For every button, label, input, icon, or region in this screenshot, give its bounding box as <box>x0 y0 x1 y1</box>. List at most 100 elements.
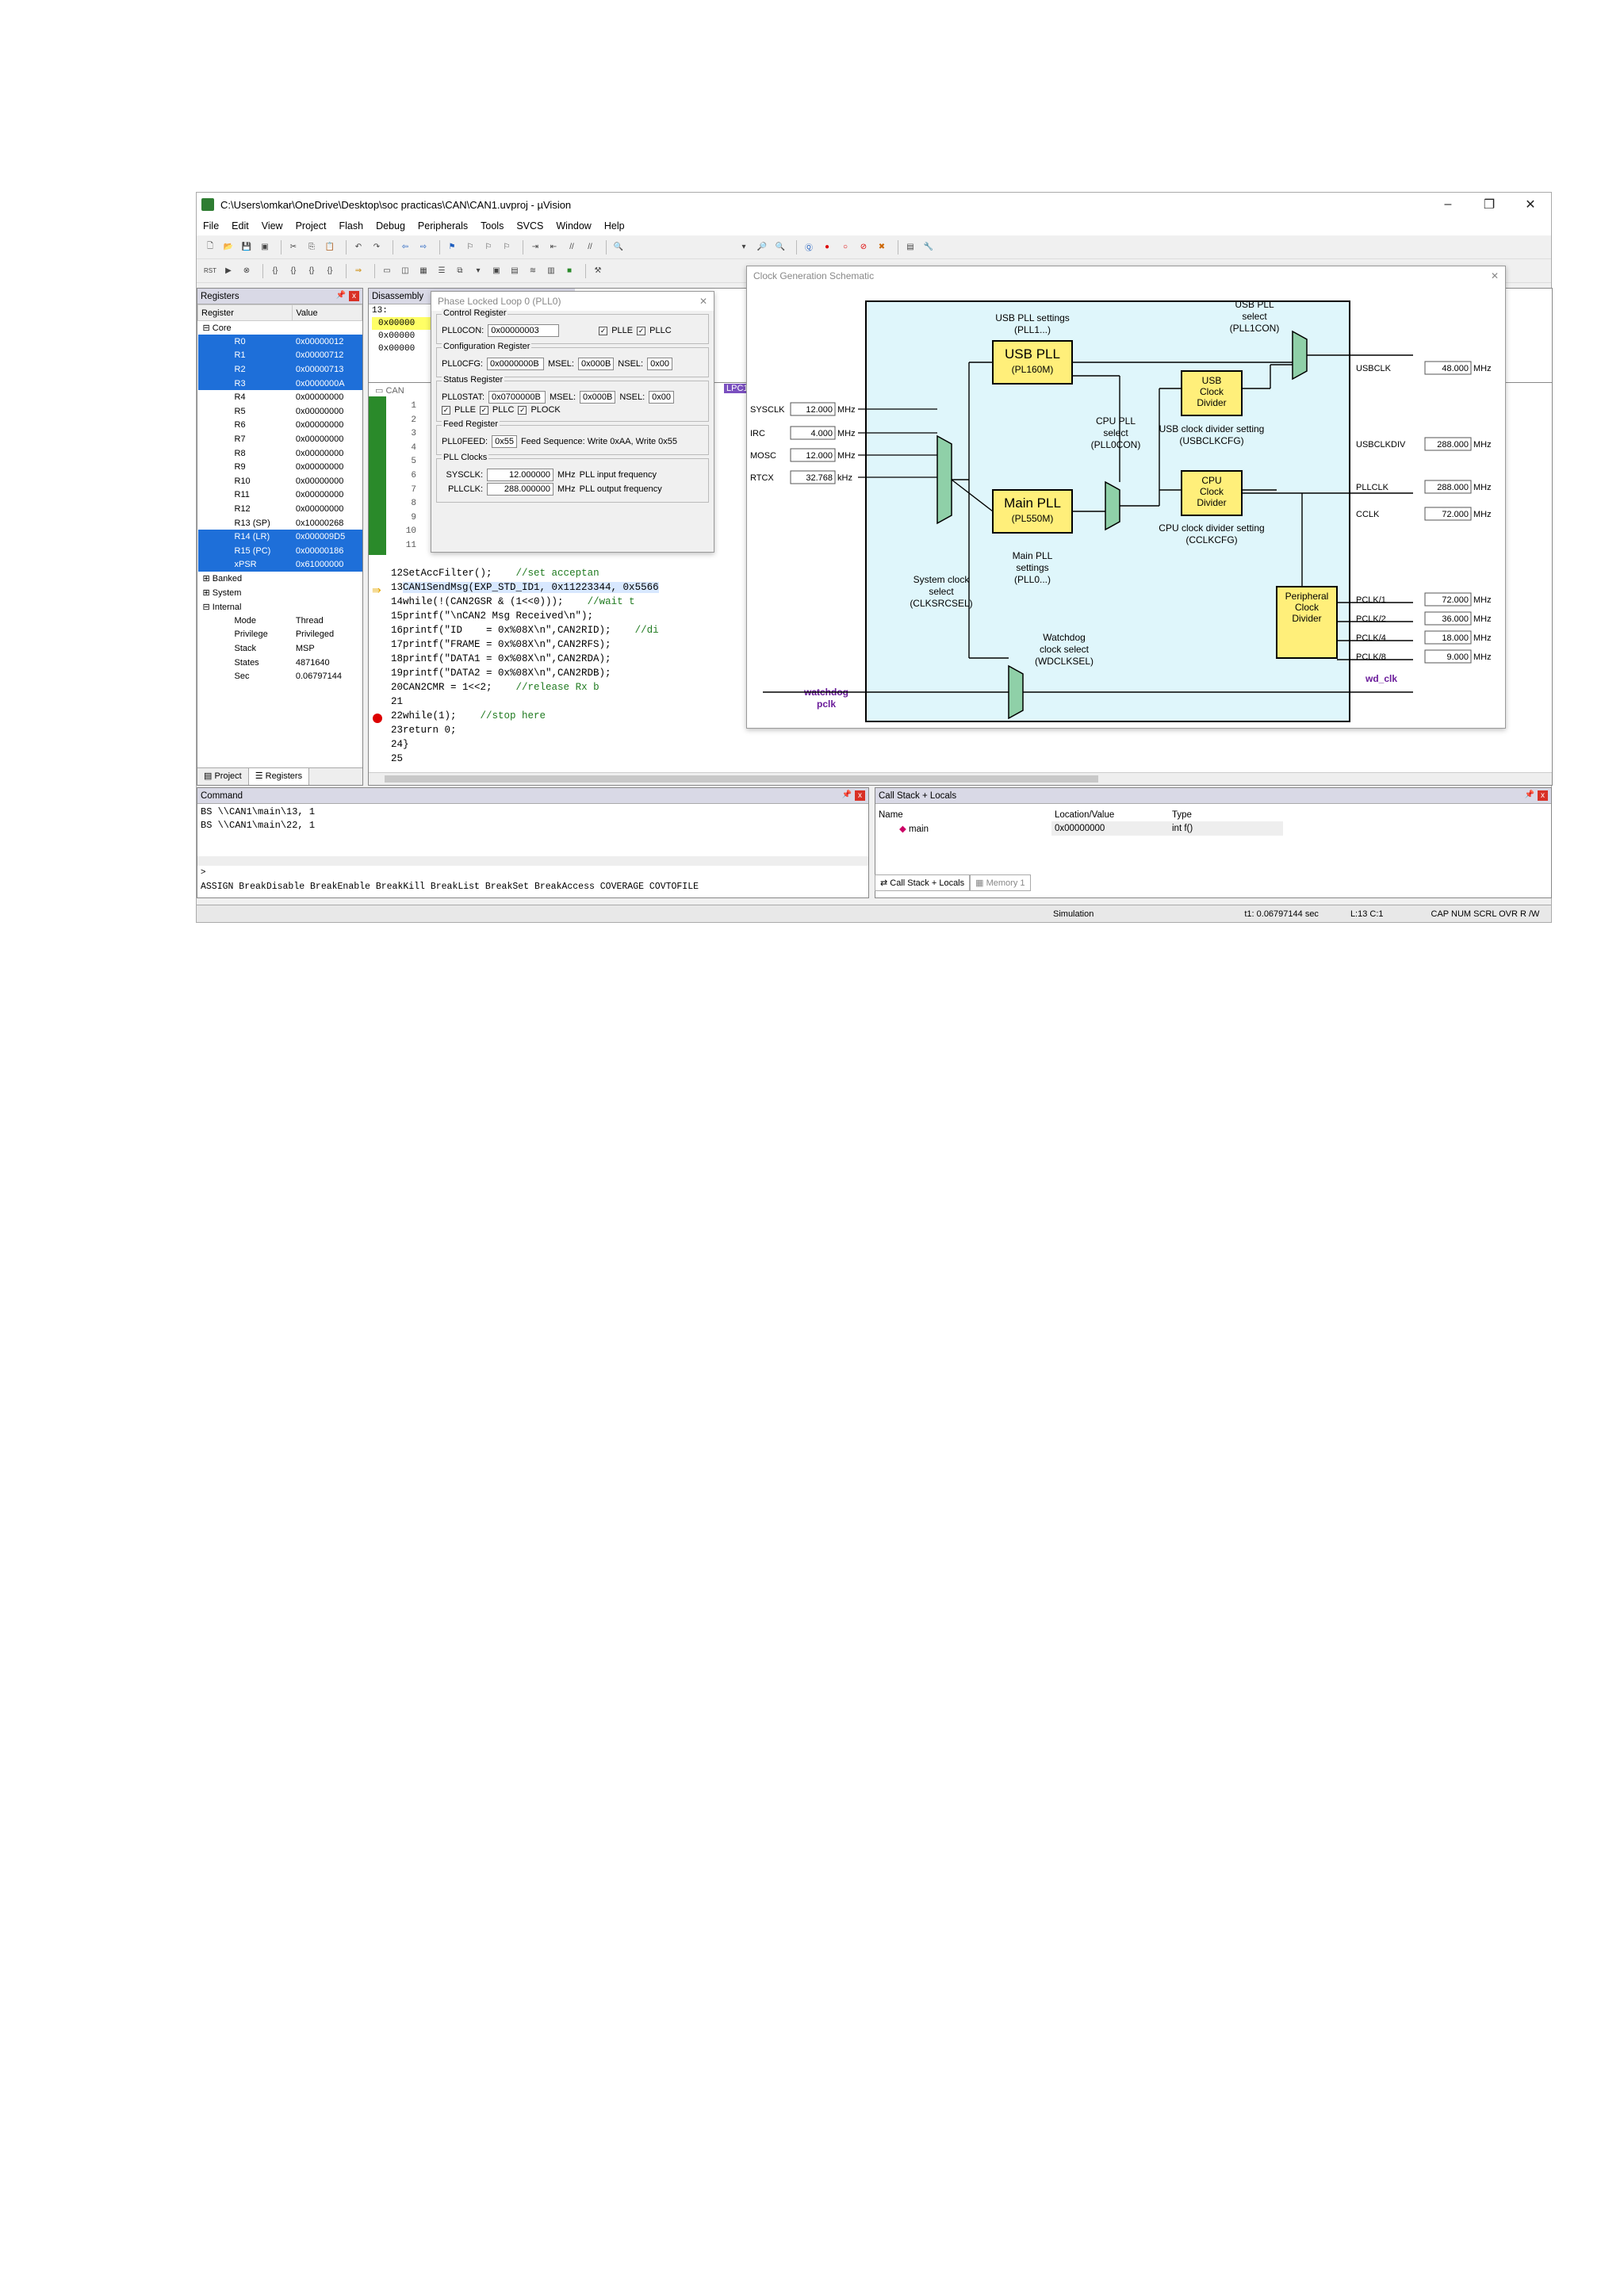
code-line[interactable]: 24} <box>391 737 659 752</box>
uncomment-icon[interactable]: // <box>583 240 597 254</box>
register-row[interactable]: R7 0x00000000 <box>198 432 362 446</box>
cut-icon[interactable]: ✂ <box>286 240 301 254</box>
disable-breakpoints-icon[interactable]: ⊘ <box>856 240 871 254</box>
pll0feed-field[interactable]: 0x55 <box>492 435 517 448</box>
copy-icon[interactable]: ⎘ <box>304 240 319 254</box>
code-line[interactable]: 15printf("\nCAN2 Msg Received\n"); <box>391 609 659 623</box>
register-value[interactable]: 0x00000712 <box>292 348 362 363</box>
pin-command-icon[interactable]: 📌 <box>842 790 852 801</box>
register-row[interactable]: R12 0x00000000 <box>198 502 362 516</box>
register-value[interactable]: 0x00000186 <box>292 544 362 558</box>
col-value[interactable]: Value <box>292 304 362 321</box>
find-in-files-icon[interactable]: 🔍 <box>611 240 626 254</box>
register-value[interactable]: MSP <box>293 641 362 656</box>
register-row[interactable]: Privilege Privileged <box>198 628 362 642</box>
close-schematic-icon[interactable]: ✕ <box>1491 270 1499 281</box>
register-value[interactable]: 0x00000000 <box>293 390 362 404</box>
call-stack-row[interactable]: ◆ main 0x00000000 int f() <box>875 821 1283 836</box>
register-value[interactable] <box>293 599 362 614</box>
pin-icon[interactable]: 📌 <box>336 291 346 301</box>
msel-field[interactable]: 0x000B <box>577 358 615 370</box>
breakpoint-icon[interactable] <box>373 714 382 723</box>
stop-icon[interactable]: ⊗ <box>239 264 254 278</box>
nsel-stat-field[interactable]: 0x00 <box>649 391 674 404</box>
undo-icon[interactable]: ↶ <box>351 240 366 254</box>
col-location[interactable]: Location/Value <box>1051 809 1169 821</box>
register-value[interactable]: 0x00000000 <box>293 419 362 433</box>
register-value[interactable]: 0x000009D5 <box>292 530 362 544</box>
sysclk-field[interactable]: 12.000000 <box>487 469 553 481</box>
debug-session-icon[interactable]: Ⓠ <box>802 240 816 254</box>
register-row[interactable]: R4 0x00000000 <box>198 390 362 404</box>
register-row[interactable]: R15 (PC) 0x00000186 <box>197 544 362 558</box>
register-row[interactable]: States 4871640 <box>198 656 362 670</box>
save-all-icon[interactable]: ▣ <box>258 240 272 254</box>
step-out-icon[interactable]: {} <box>304 264 319 278</box>
register-value[interactable]: 0x61000000 <box>292 557 362 572</box>
close-callstack-button[interactable]: x <box>1538 790 1548 801</box>
paste-icon[interactable]: 📋 <box>323 240 337 254</box>
register-row[interactable]: ⊞ Banked <box>198 572 362 586</box>
call-stack-icon[interactable]: ⧉ <box>453 264 467 278</box>
code-line[interactable]: 17printf("FRAME = 0x%08X\n",CAN2RFS); <box>391 637 659 652</box>
register-row[interactable]: R6 0x00000000 <box>198 419 362 433</box>
new-file-icon[interactable]: 🗋 <box>203 240 217 254</box>
watch-window-icon[interactable]: ▾ <box>471 264 485 278</box>
register-value[interactable]: 0x00000713 <box>292 362 362 377</box>
run-to-cursor-icon[interactable]: {} <box>323 264 337 278</box>
register-value[interactable] <box>293 586 362 600</box>
nav-forward-icon[interactable]: ⇨ <box>416 240 431 254</box>
register-row[interactable]: Mode Thread <box>198 614 362 628</box>
register-row[interactable]: Stack MSP <box>198 641 362 656</box>
window-layout-icon[interactable]: ▤ <box>903 240 917 254</box>
configure-icon[interactable]: 🔧 <box>921 240 936 254</box>
pll0cfg-field[interactable]: 0x0000000B <box>486 358 544 370</box>
close-command-button[interactable]: x <box>855 790 865 801</box>
register-value[interactable] <box>293 572 362 586</box>
disassembly-window-icon[interactable]: ◫ <box>398 264 412 278</box>
menu-peripherals[interactable]: Peripherals <box>418 220 468 232</box>
open-file-icon[interactable]: 📂 <box>221 240 236 254</box>
register-value[interactable]: 0x00000000 <box>293 432 362 446</box>
tab-memory[interactable]: ▦ Memory 1 <box>970 874 1031 891</box>
register-value[interactable]: 0x10000268 <box>293 516 362 530</box>
enable-breakpoint-icon[interactable]: ○ <box>838 240 852 254</box>
menu-flash[interactable]: Flash <box>339 220 363 232</box>
register-row[interactable]: R0 0x00000012 <box>197 335 362 349</box>
pll0con-field[interactable]: 0x00000003 <box>488 324 560 337</box>
register-row[interactable]: R11 0x00000000 <box>198 488 362 503</box>
incremental-find-icon[interactable]: 🔎 <box>755 240 769 254</box>
memory-window-icon[interactable]: ▣ <box>489 264 504 278</box>
save-icon[interactable]: 💾 <box>239 240 254 254</box>
register-row[interactable]: R14 (LR) 0x000009D5 <box>197 530 362 544</box>
register-value[interactable]: 0x00000000 <box>293 460 362 474</box>
code-line[interactable]: 19printf("DATA2 = 0x%08X\n",CAN2RDB); <box>391 666 659 680</box>
close-registers-button[interactable]: x <box>349 291 359 301</box>
tab-registers[interactable]: ☰ Registers <box>248 768 310 785</box>
trace-window-icon[interactable]: ▥ <box>544 264 558 278</box>
register-value[interactable]: Thread <box>293 614 362 628</box>
code-line[interactable]: 12SetAccFilter(); //set acceptan <box>391 566 659 580</box>
code-line[interactable]: 23return 0; <box>391 723 659 737</box>
register-row[interactable]: R13 (SP) 0x10000268 <box>198 516 362 530</box>
tab-project[interactable]: ▤ Project <box>197 768 249 785</box>
bookmark-clear-icon[interactable]: ⚐ <box>500 240 514 254</box>
plle-checkbox[interactable]: ✓ <box>599 326 608 335</box>
code-line[interactable]: 22while(1); //stop here <box>391 709 659 723</box>
symbols-window-icon[interactable]: ▦ <box>416 264 431 278</box>
tab-call-stack[interactable]: ⇄ Call Stack + Locals <box>875 874 971 891</box>
register-row[interactable]: R5 0x00000000 <box>198 404 362 419</box>
code-line[interactable]: 14while(!(CAN2GSR & (1<<0))); //wait t <box>391 595 659 609</box>
bookmark-prev-icon[interactable]: ⚐ <box>463 240 477 254</box>
register-value[interactable]: 0x0000000A <box>292 376 362 391</box>
horizontal-scrollbar[interactable] <box>369 772 1552 785</box>
run-icon[interactable]: ▶ <box>221 264 236 278</box>
nsel-field[interactable]: 0x00 <box>647 358 672 370</box>
pin-callstack-icon[interactable]: 📌 <box>1525 790 1534 801</box>
register-row[interactable]: Sec 0.06797144 <box>198 669 362 683</box>
register-value[interactable]: 0x00000000 <box>293 446 362 461</box>
minimize-button[interactable]: – <box>1427 197 1469 212</box>
pllclk-field[interactable]: 288.000000 <box>487 483 553 496</box>
analysis-window-icon[interactable]: ≋ <box>526 264 540 278</box>
insert-breakpoint-icon[interactable]: ● <box>820 240 834 254</box>
